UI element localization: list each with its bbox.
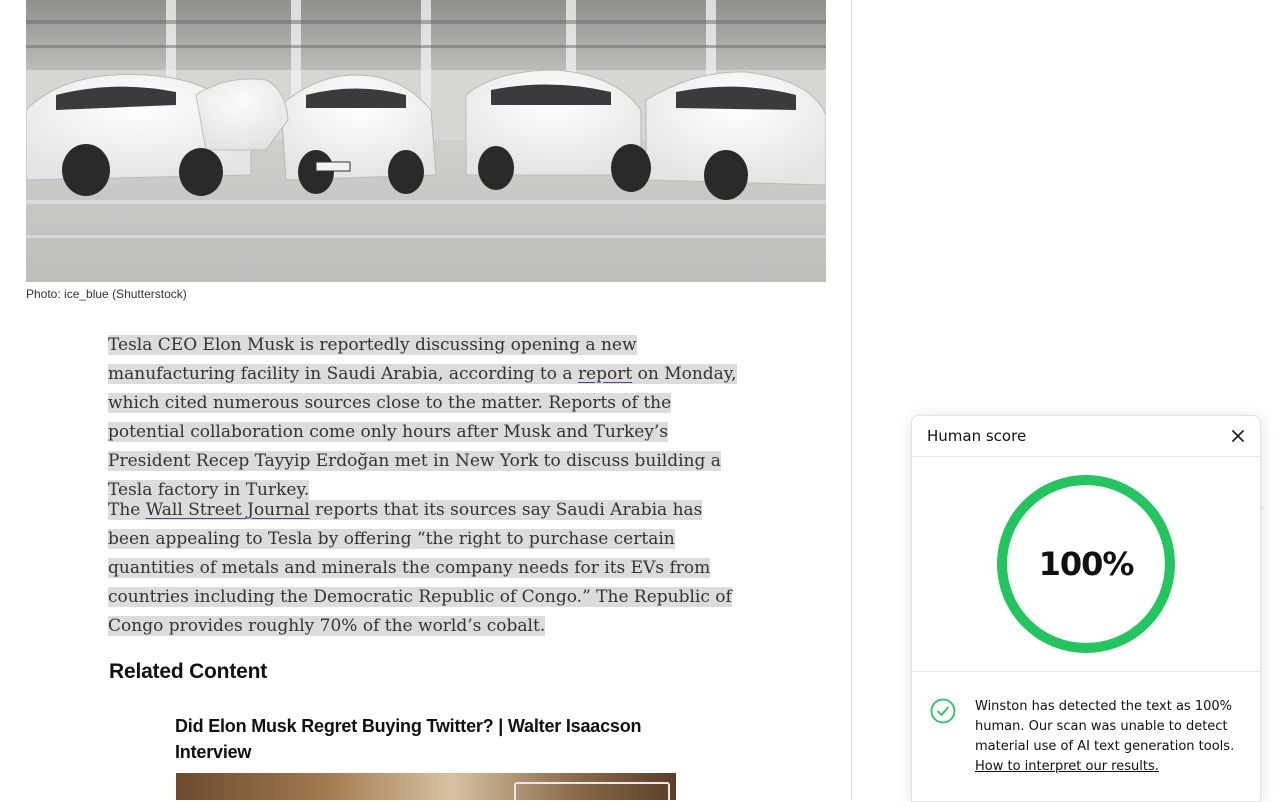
related-article-thumbnail[interactable] [176,773,676,800]
photo-caption: Photo: ice_blue (Shutterstock) [26,287,187,301]
wall-street-journal-link[interactable]: Wall Street Journal [146,500,310,520]
paragraph-text: on Monday, which cited numerous sources … [108,364,737,500]
article-paragraph: Tesla CEO Elon Musk is reportedly discus… [108,331,748,505]
thumbnail-frame [514,782,670,800]
paragraph-text: reports that its sources say Saudi Arabi… [108,500,732,636]
article-column: Photo: ice_blue (Shutterstock) Tesla CEO… [0,0,851,800]
close-icon[interactable] [1230,428,1246,444]
article-paragraph: The Wall Street Journal reports that its… [108,496,748,641]
column-divider [851,0,852,800]
score-value: 100% [996,474,1176,654]
paragraph-text: Tesla CEO Elon Musk is reportedly discus… [108,335,637,384]
interpret-results-link[interactable]: How to interpret our results. [975,759,1159,774]
panel-header: Human score [912,416,1260,457]
related-content-heading: Related Content [109,660,267,684]
result-description: Winston has detected the text as 100% hu… [975,699,1234,754]
related-article-title[interactable]: Did Elon Musk Regret Buying Twitter? | W… [175,713,655,765]
check-circle-icon [930,698,956,724]
panel-title: Human score [927,427,1026,445]
score-area: 100% [912,457,1260,672]
report-link[interactable]: report [578,364,632,384]
result-text: Winston has detected the text as 100% hu… [975,697,1245,777]
human-score-panel: Human score 100% Winston has detected th… [911,415,1261,802]
paragraph-text: The [108,500,146,520]
hero-photo [26,0,826,282]
